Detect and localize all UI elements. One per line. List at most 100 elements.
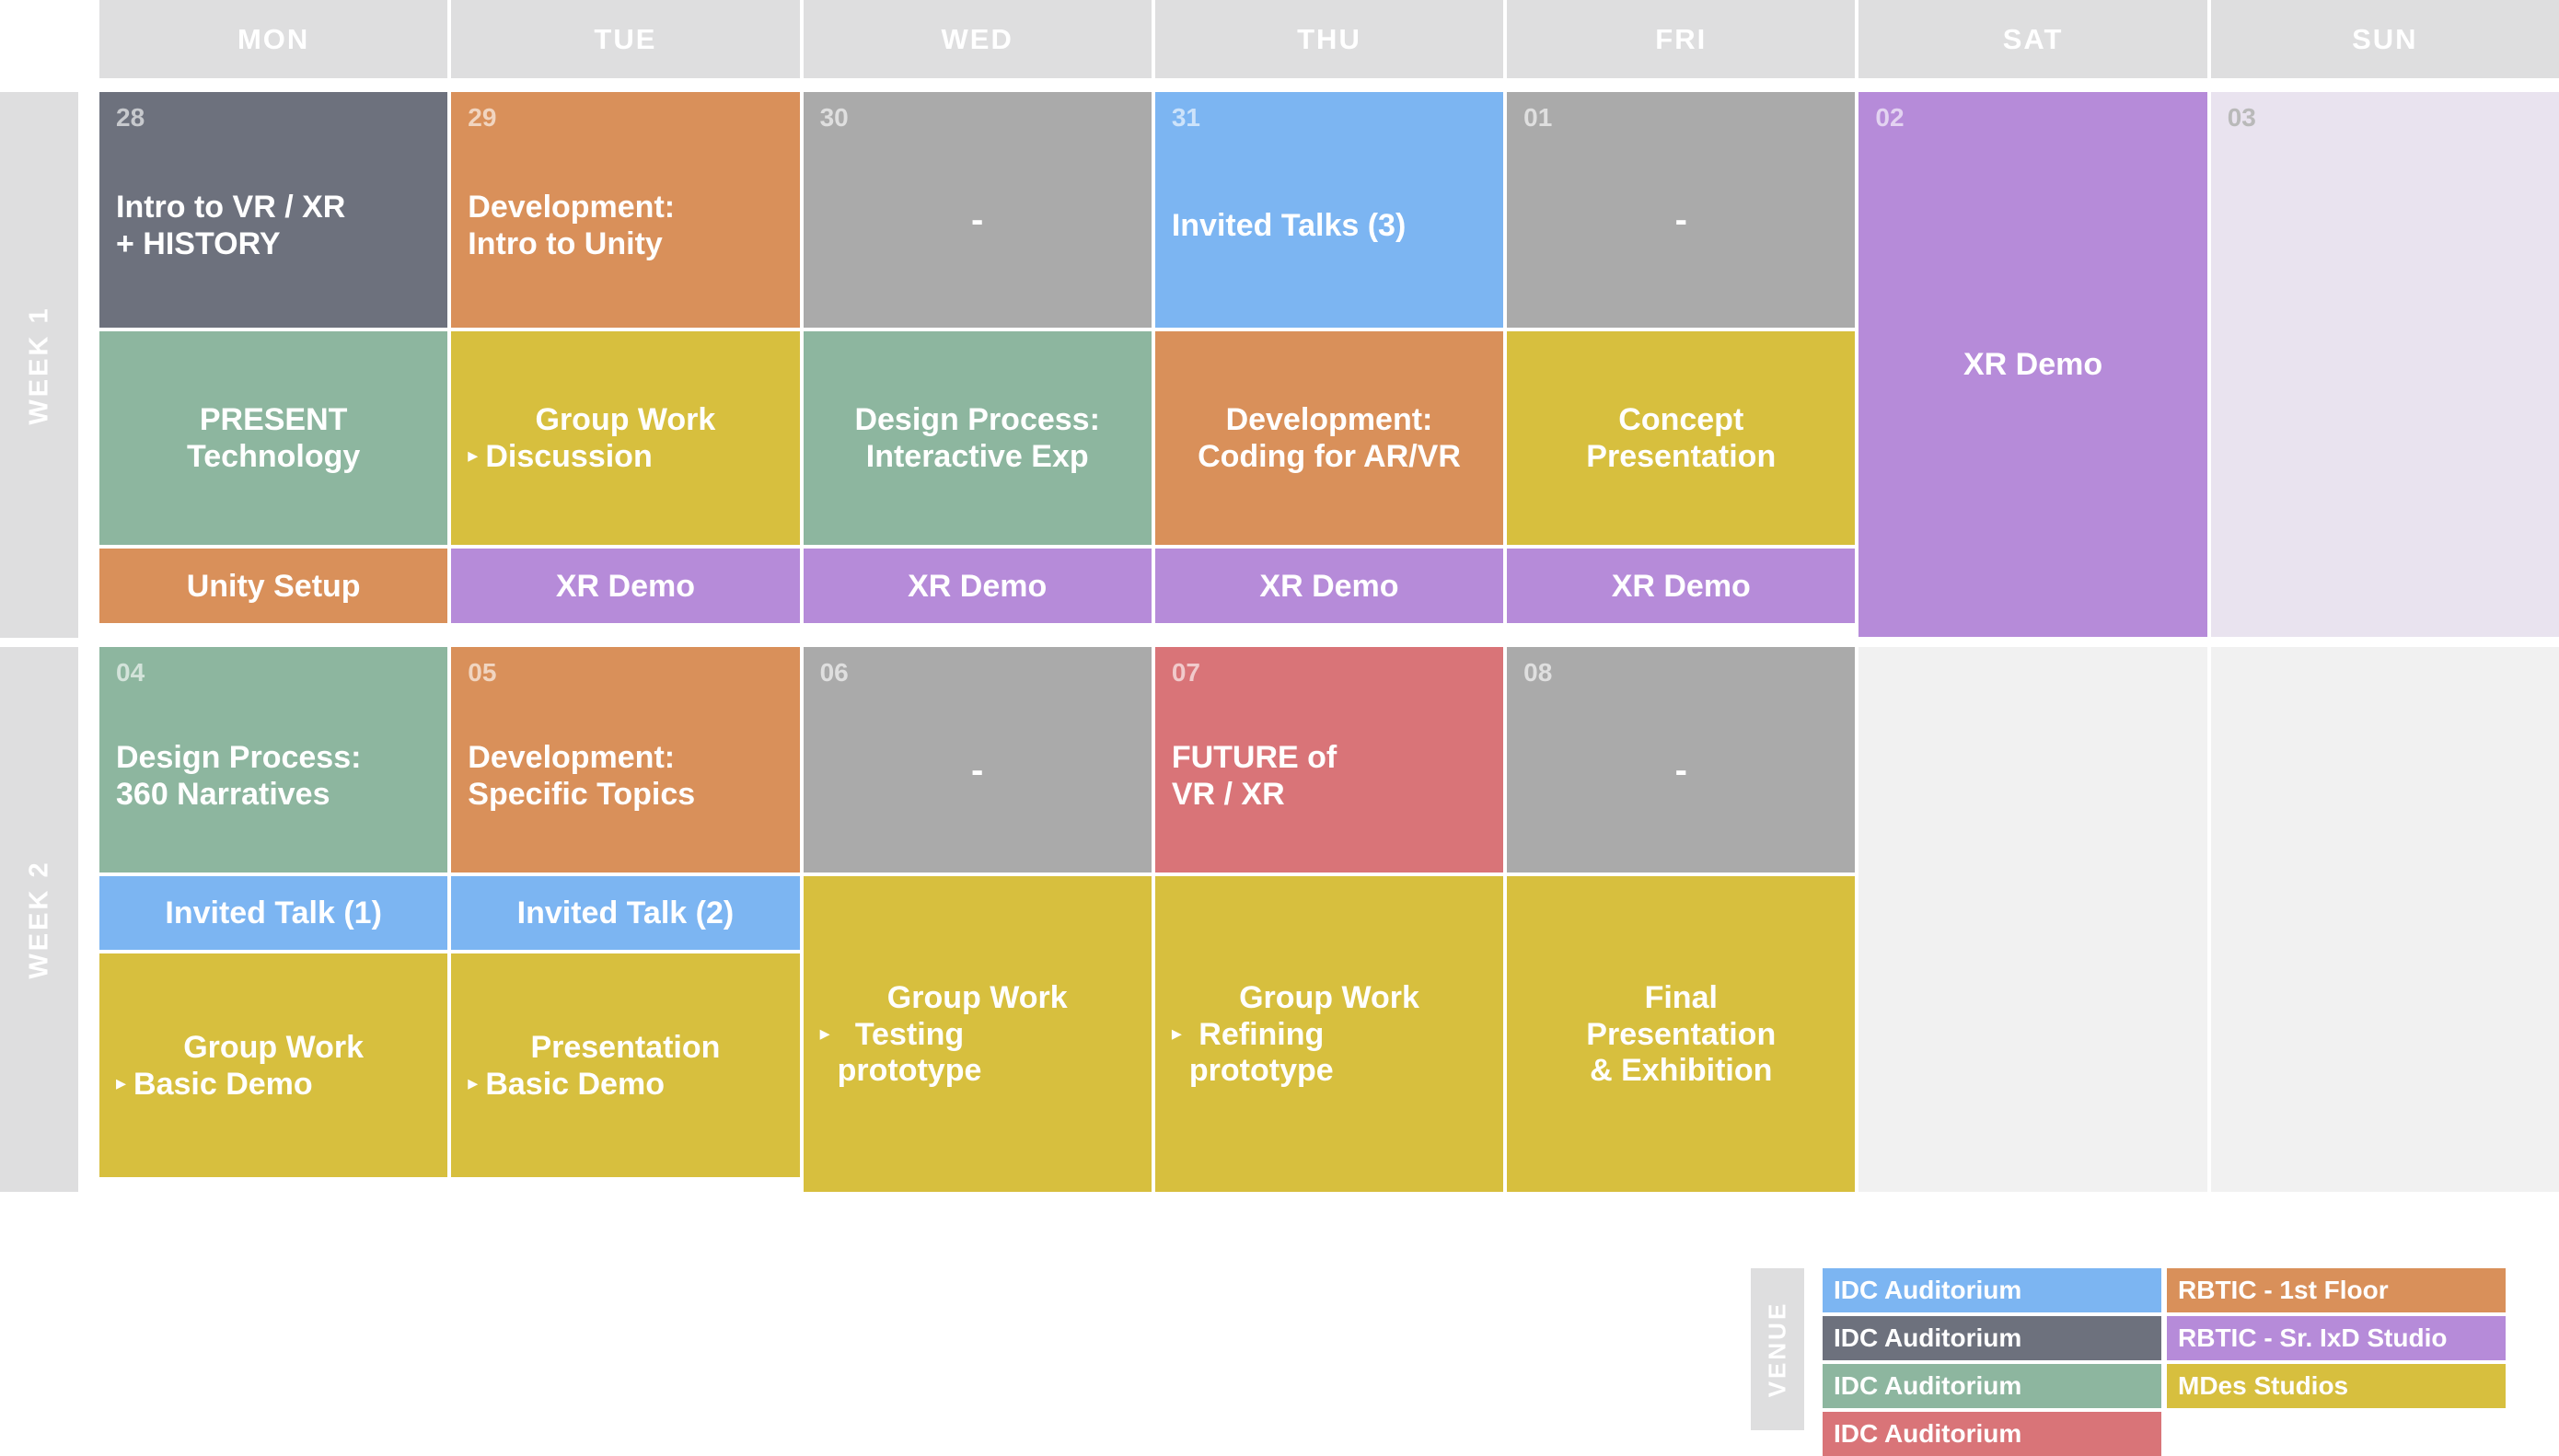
day-column-wed: 06- Group Work ▸ Testing prototype <box>803 647 1152 1192</box>
day-column-thu: 31 Invited Talks (3) Development: Coding f… <box>1154 92 1504 638</box>
venue-legend-item[interactable]: MDes Studios <box>2167 1364 2506 1408</box>
calendar-event-cell[interactable]: Presentation ▸ Basic Demo <box>451 953 800 1177</box>
event-title: Group Work <box>535 402 716 438</box>
day-number: 04 <box>116 658 145 687</box>
calendar-event-cell[interactable]: XR Demo <box>1154 549 1504 623</box>
calendar-event-cell-full[interactable]: 03 <box>2210 92 2559 637</box>
day-number: 03 <box>2227 103 2256 132</box>
empty-dash: - <box>1674 200 1687 240</box>
event-title: XR Demo <box>555 568 695 604</box>
triangle-bullet-icon: ▸ <box>819 1021 830 1045</box>
venue-legend-item[interactable]: IDC Auditorium <box>1823 1364 2161 1408</box>
event-title: XR Demo <box>1611 568 1751 604</box>
calendar-event-cell[interactable]: Design Process: Interactive Exp <box>803 331 1152 545</box>
calendar-event-cell[interactable]: Group Work ▸ Discussion <box>451 331 800 545</box>
calendar-event-cell[interactable]: Invited Talk (1) <box>99 876 448 950</box>
day-header-label: THU <box>1297 22 1361 55</box>
day-header-label: SAT <box>2002 22 2064 55</box>
day-column-tue: 05 Development: Specific Topics Invited Ta… <box>451 647 800 1192</box>
week-label-2: WEEK 2 <box>0 647 78 1192</box>
venue-legend-item-label: IDC Auditorium <box>1834 1419 2022 1448</box>
event-title: Group Work <box>183 1029 365 1065</box>
event-title: XR Demo <box>1963 347 2103 383</box>
event-title: Design Process: 360 Narratives <box>116 739 362 812</box>
day-column-thu: 07 FUTURE of VR / XR Group Work ▸ Refining p… <box>1154 647 1504 1192</box>
venue-legend-item-label: RBTIC - 1st Floor <box>2178 1276 2389 1304</box>
day-column-fri: 01- Concept Presentation XR Demo <box>1507 92 1856 638</box>
venue-legend-item[interactable]: RBTIC - 1st Floor <box>2167 1268 2506 1312</box>
venue-legend-item[interactable]: RBTIC - Sr. IxD Studio <box>2167 1316 2506 1360</box>
event-subtitle-line: ▸ Basic Demo <box>116 1067 431 1104</box>
calendar-event-cell[interactable]: XR Demo <box>803 549 1152 623</box>
venue-legend-item-label: IDC Auditorium <box>1834 1371 2022 1400</box>
calendar-event-cell[interactable]: 28 Intro to VR / XR + HISTORY <box>99 92 448 328</box>
calendar-event-cell[interactable]: 29 Development: Intro to Unity <box>451 92 800 328</box>
venue-legend-item-label: IDC Auditorium <box>1834 1323 2022 1352</box>
week-grid-2: 04 Design Process: 360 Narratives Invited … <box>99 647 2559 1192</box>
event-subtitle-line: ▸ Testing prototype <box>820 1017 1135 1091</box>
calendar-event-cell[interactable]: 04 Design Process: 360 Narratives <box>99 647 448 872</box>
event-title: Development: Specific Topics <box>468 739 696 812</box>
event-title: Intro to VR / XR + HISTORY <box>116 190 346 261</box>
calendar-event-cell[interactable]: 01- <box>1507 92 1856 328</box>
venue-legend-columns: IDC Auditorium IDC Auditorium IDC Auditori… <box>1823 1268 2506 1456</box>
calendar-event-cell[interactable]: 06- <box>803 647 1152 872</box>
calendar-event-cell-full[interactable] <box>2210 647 2559 1192</box>
calendar-event-cell[interactable]: Group Work ▸ Testing prototype <box>803 876 1152 1192</box>
week-block-2: WEEK 2 04 Design Process: 360 Narratives I… <box>0 647 2559 1192</box>
day-column-fri: 08- Final Presentation & Exhibition <box>1507 647 1856 1192</box>
event-subtitle: Testing prototype <box>837 1016 982 1089</box>
empty-dash: - <box>971 749 984 791</box>
calendar-event-cell[interactable]: 08- <box>1507 647 1856 872</box>
day-header-sun: SUN <box>2210 0 2559 78</box>
calendar-event-cell[interactable]: 05 Development: Specific Topics <box>451 647 800 872</box>
venue-legend-item[interactable]: IDC Auditorium <box>1823 1412 2161 1456</box>
venue-legend-column: RBTIC - 1st Floor RBTIC - Sr. IxD Studio M… <box>2167 1268 2506 1456</box>
event-title: Development: Intro to Unity <box>468 190 676 261</box>
day-column-mon: 28 Intro to VR / XR + HISTORY PRESENT Tech… <box>99 92 448 638</box>
triangle-bullet-icon: ▸ <box>468 444 479 467</box>
day-column-mon: 04 Design Process: 360 Narratives Invited … <box>99 647 448 1192</box>
event-title: Invited Talks (3) <box>1171 208 1407 244</box>
calendar-event-cell[interactable]: PRESENT Technology <box>99 331 448 545</box>
week-label-2-text: WEEK 2 <box>24 860 53 979</box>
calendar-event-cell[interactable]: Unity Setup <box>99 549 448 623</box>
week-label-1-text: WEEK 1 <box>24 305 53 425</box>
calendar-event-cell-full[interactable]: 02 XR Demo <box>1858 92 2207 637</box>
day-number: 07 <box>1171 658 1200 687</box>
calendar-event-cell[interactable]: XR Demo <box>1507 549 1856 623</box>
event-title: XR Demo <box>1259 568 1399 604</box>
day-header-row: MON TUE WED THU FRI SAT SUN <box>99 0 2559 78</box>
day-header-label: WED <box>941 22 1013 55</box>
calendar-event-cell[interactable]: 07 FUTURE of VR / XR <box>1154 647 1504 872</box>
day-header-thu: THU <box>1154 0 1504 78</box>
event-title: Invited Talk (2) <box>516 896 735 931</box>
day-number: 29 <box>468 103 497 132</box>
calendar-event-cell[interactable]: Group Work ▸ Refining prototype <box>1154 876 1504 1192</box>
calendar-event-cell[interactable]: Development: Coding for AR/VR <box>1154 331 1504 545</box>
week-grid-1: 28 Intro to VR / XR + HISTORY PRESENT Tech… <box>99 92 2559 638</box>
week-block-1: WEEK 1 28 Intro to VR / XR + HISTORY PRESE… <box>0 92 2559 638</box>
event-subtitle-line: ▸ Basic Demo <box>468 1067 782 1104</box>
day-column-sat <box>1858 647 2207 1192</box>
day-header-label: MON <box>237 22 310 55</box>
triangle-bullet-icon: ▸ <box>116 1070 127 1094</box>
calendar-event-cell[interactable]: Concept Presentation <box>1507 331 1856 545</box>
venue-legend-item[interactable]: IDC Auditorium <box>1823 1316 2161 1360</box>
event-title: PRESENT Technology <box>187 402 361 474</box>
calendar-event-cell[interactable]: XR Demo <box>451 549 800 623</box>
empty-dash: - <box>1674 749 1687 791</box>
calendar-event-cell-full[interactable] <box>1858 647 2207 1192</box>
calendar-event-cell[interactable]: 30- <box>803 92 1152 328</box>
venue-legend-label: VENUE <box>1751 1268 1804 1430</box>
calendar-event-cell[interactable]: Final Presentation & Exhibition <box>1507 876 1856 1192</box>
event-subtitle: Refining prototype <box>1188 1016 1334 1089</box>
calendar-event-cell[interactable]: Group Work ▸ Basic Demo <box>99 953 448 1177</box>
calendar-event-cell[interactable]: 31 Invited Talks (3) <box>1154 92 1504 328</box>
venue-legend-item-label: MDes Studios <box>2178 1371 2349 1400</box>
empty-dash: - <box>971 200 984 240</box>
calendar-event-cell[interactable]: Invited Talk (2) <box>451 876 800 950</box>
venue-legend-item[interactable]: IDC Auditorium <box>1823 1268 2161 1312</box>
event-title: Design Process: Interactive Exp <box>854 402 1100 474</box>
day-header-wed: WED <box>803 0 1152 78</box>
